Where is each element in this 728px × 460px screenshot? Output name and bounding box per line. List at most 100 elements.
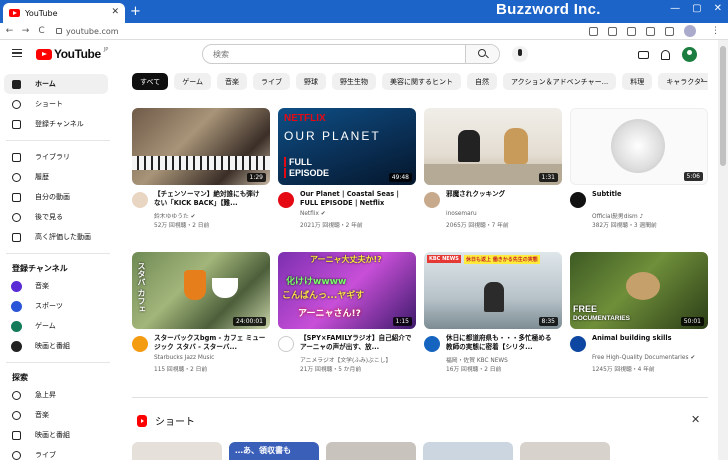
- sidebar-item-music[interactable]: 音楽: [4, 405, 108, 425]
- video-card[interactable]: KBC NEWS 休日も返上 働きかる先生の実態 8:35 休日に都道府県も・・…: [424, 252, 562, 380]
- video-title[interactable]: 【SPY×FAMILYラジオ】自己紹介でアーニャの声が出す、放...: [300, 334, 412, 352]
- forward-button[interactable]: →: [19, 26, 32, 36]
- tab-close-icon[interactable]: ✕: [111, 7, 119, 17]
- video-thumbnail[interactable]: NETFLIX OUR PLANET FULL EPISODE 49:48: [278, 108, 416, 185]
- chip-music[interactable]: 音楽: [217, 73, 248, 90]
- new-tab-button[interactable]: +: [130, 4, 141, 19]
- video-card[interactable]: 1:31 邪魔されクッキング inosemaru 2065万 回視聴・7 年前: [424, 108, 562, 236]
- search-icon[interactable]: [465, 45, 499, 63]
- sidebar-item-movies[interactable]: 映画と番組: [4, 425, 108, 445]
- microphone-icon[interactable]: [512, 46, 528, 62]
- short-card[interactable]: [132, 442, 222, 460]
- scrollbar-thumb[interactable]: [720, 46, 726, 166]
- chip-action-adventure[interactable]: アクション＆アドベンチャー...: [503, 73, 617, 90]
- chip-all[interactable]: すべて: [132, 73, 169, 90]
- chip-wildlife[interactable]: 野生生物: [332, 73, 377, 90]
- sidebar-item-trending[interactable]: 急上昇: [4, 385, 108, 405]
- channel-name[interactable]: 福岡・佐賀 KBC NEWS: [446, 355, 508, 364]
- channel-avatar[interactable]: [570, 336, 586, 352]
- chip-beauty-tips[interactable]: 美容に関するヒント: [382, 73, 462, 90]
- short-card[interactable]: [520, 442, 610, 460]
- video-card[interactable]: 5:06 Subtitle Official髭男dism ♪ 382万 回視聴・…: [570, 108, 708, 236]
- chip-nature[interactable]: 自然: [467, 73, 498, 90]
- close-window-button[interactable]: ✕: [714, 3, 722, 14]
- channel-avatar[interactable]: [278, 192, 294, 208]
- chips-next-arrow-icon[interactable]: ›: [700, 75, 704, 86]
- channel-name[interactable]: Official髭男dism ♪: [592, 211, 643, 220]
- sidebar-item-home[interactable]: ホーム: [4, 74, 108, 94]
- channel-avatar[interactable]: [132, 192, 148, 208]
- channel-name[interactable]: Netflix ✔: [300, 211, 326, 217]
- chip-baseball[interactable]: 野球: [296, 73, 327, 90]
- video-thumbnail[interactable]: KBC NEWS 休日も返上 働きかる先生の実態 8:35: [424, 252, 562, 329]
- sidebar-item-watch-later[interactable]: 後で見る: [4, 207, 108, 227]
- chip-live[interactable]: ライブ: [253, 73, 291, 90]
- sidebar-item-your-videos[interactable]: 自分の動画: [4, 187, 108, 207]
- menu-icon[interactable]: [12, 49, 22, 57]
- page-scrollbar[interactable]: [718, 40, 728, 460]
- omnibox[interactable]: youtube.com: [56, 27, 576, 36]
- sidebar-item-history[interactable]: 履歴: [4, 167, 108, 187]
- back-button[interactable]: ←: [3, 26, 16, 36]
- video-card[interactable]: アーニャ大丈夫か!? 化けけwwww こんばんっ...ヤギす アーニャさん!? …: [278, 252, 416, 380]
- sidebar-item-movies-channel[interactable]: 映画と番組: [4, 336, 108, 356]
- video-thumbnail[interactable]: アーニャ大丈夫か!? 化けけwwww こんばんっ...ヤギす アーニャさん!? …: [278, 252, 416, 329]
- channel-name[interactable]: inosemaru: [446, 211, 477, 217]
- url-text[interactable]: youtube.com: [66, 27, 119, 36]
- channel-avatar[interactable]: [424, 192, 440, 208]
- video-thumbnail[interactable]: 1:29: [132, 108, 270, 185]
- sidebar-item-subscriptions[interactable]: 登録チャンネル: [4, 114, 108, 134]
- channel-avatar[interactable]: [570, 192, 586, 208]
- sidebar-item-shorts[interactable]: ショート: [4, 94, 108, 114]
- channel-avatar[interactable]: [424, 336, 440, 352]
- video-card[interactable]: スタバ カフェ 24:00:01 スターバックスbgm - カフェ ミュージック…: [132, 252, 270, 380]
- video-title[interactable]: Our Planet | Coastal Seas | FULL EPISODE…: [300, 190, 412, 208]
- extensions-icon[interactable]: [646, 26, 655, 36]
- video-thumbnail[interactable]: 1:31: [424, 108, 562, 185]
- short-card[interactable]: [326, 442, 416, 460]
- sidebar-item-live[interactable]: ライブ: [4, 445, 108, 460]
- short-card[interactable]: [423, 442, 513, 460]
- share-icon[interactable]: [608, 26, 617, 36]
- video-title[interactable]: 邪魔されクッキング: [446, 190, 558, 199]
- sidebar-item-gaming-channel[interactable]: ゲーム: [4, 316, 108, 336]
- install-app-icon[interactable]: [589, 26, 598, 36]
- sidebar-item-music-channel[interactable]: 音楽: [4, 276, 108, 296]
- search-input[interactable]: [203, 45, 465, 63]
- video-card[interactable]: 1:29 【チェンソーマン】絶対誰にも弾けない「KICK BACK」【難... …: [132, 108, 270, 236]
- browser-menu-icon[interactable]: ⋮: [709, 26, 722, 36]
- minimize-button[interactable]: —: [670, 3, 680, 14]
- reload-button[interactable]: C: [35, 26, 48, 36]
- video-title[interactable]: 休日に都道府県も・・・多忙極める教師の実態に密着【シリタ...: [446, 334, 558, 352]
- sidebar-item-sports-channel[interactable]: スポーツ: [4, 296, 108, 316]
- video-thumbnail[interactable]: 5:06: [570, 108, 708, 185]
- channel-avatar[interactable]: [132, 336, 148, 352]
- channel-name[interactable]: アニメラジオ【文学(ふみ)ぶこし】: [300, 355, 391, 364]
- channel-name[interactable]: Free High-Quality Documentaries ✔: [592, 355, 695, 361]
- maximize-button[interactable]: ▢: [692, 3, 701, 14]
- browser-tab[interactable]: YouTube ✕: [3, 3, 125, 23]
- channel-avatar[interactable]: [278, 336, 294, 352]
- video-title[interactable]: Subtitle: [592, 190, 704, 199]
- browser-profile-icon[interactable]: [684, 25, 696, 37]
- notifications-bell-icon[interactable]: [661, 49, 670, 60]
- video-title[interactable]: スターバックスbgm - カフェ ミュージック スタバ - スターバ...: [154, 334, 266, 352]
- channel-name[interactable]: 鈴木ゆゆうた ✔: [154, 211, 195, 220]
- chip-games[interactable]: ゲーム: [174, 73, 212, 90]
- avatar[interactable]: [682, 47, 697, 62]
- sidebar-item-library[interactable]: ライブラリ: [4, 147, 108, 167]
- channel-name[interactable]: Starbucks Jazz Music: [154, 355, 214, 361]
- video-thumbnail[interactable]: スタバ カフェ 24:00:01: [132, 252, 270, 329]
- video-card[interactable]: FREE DOCUMENTARIES 50:01 Animal building…: [570, 252, 708, 380]
- short-card[interactable]: …あ、領収書も: [229, 442, 319, 460]
- video-card[interactable]: NETFLIX OUR PLANET FULL EPISODE 49:48 Ou…: [278, 108, 416, 236]
- youtube-logo[interactable]: YouTube JP: [36, 47, 108, 61]
- video-title[interactable]: Animal building skills: [592, 334, 704, 343]
- create-video-icon[interactable]: [638, 50, 649, 59]
- sidebar-item-liked-videos[interactable]: 高く評価した動画: [4, 227, 108, 247]
- side-panel-icon[interactable]: [665, 26, 674, 36]
- video-thumbnail[interactable]: FREE DOCUMENTARIES 50:01: [570, 252, 708, 329]
- bookmark-star-icon[interactable]: [627, 26, 636, 36]
- video-title[interactable]: 【チェンソーマン】絶対誰にも弾けない「KICK BACK」【難...: [154, 190, 266, 208]
- shorts-close-icon[interactable]: ✕: [691, 413, 700, 426]
